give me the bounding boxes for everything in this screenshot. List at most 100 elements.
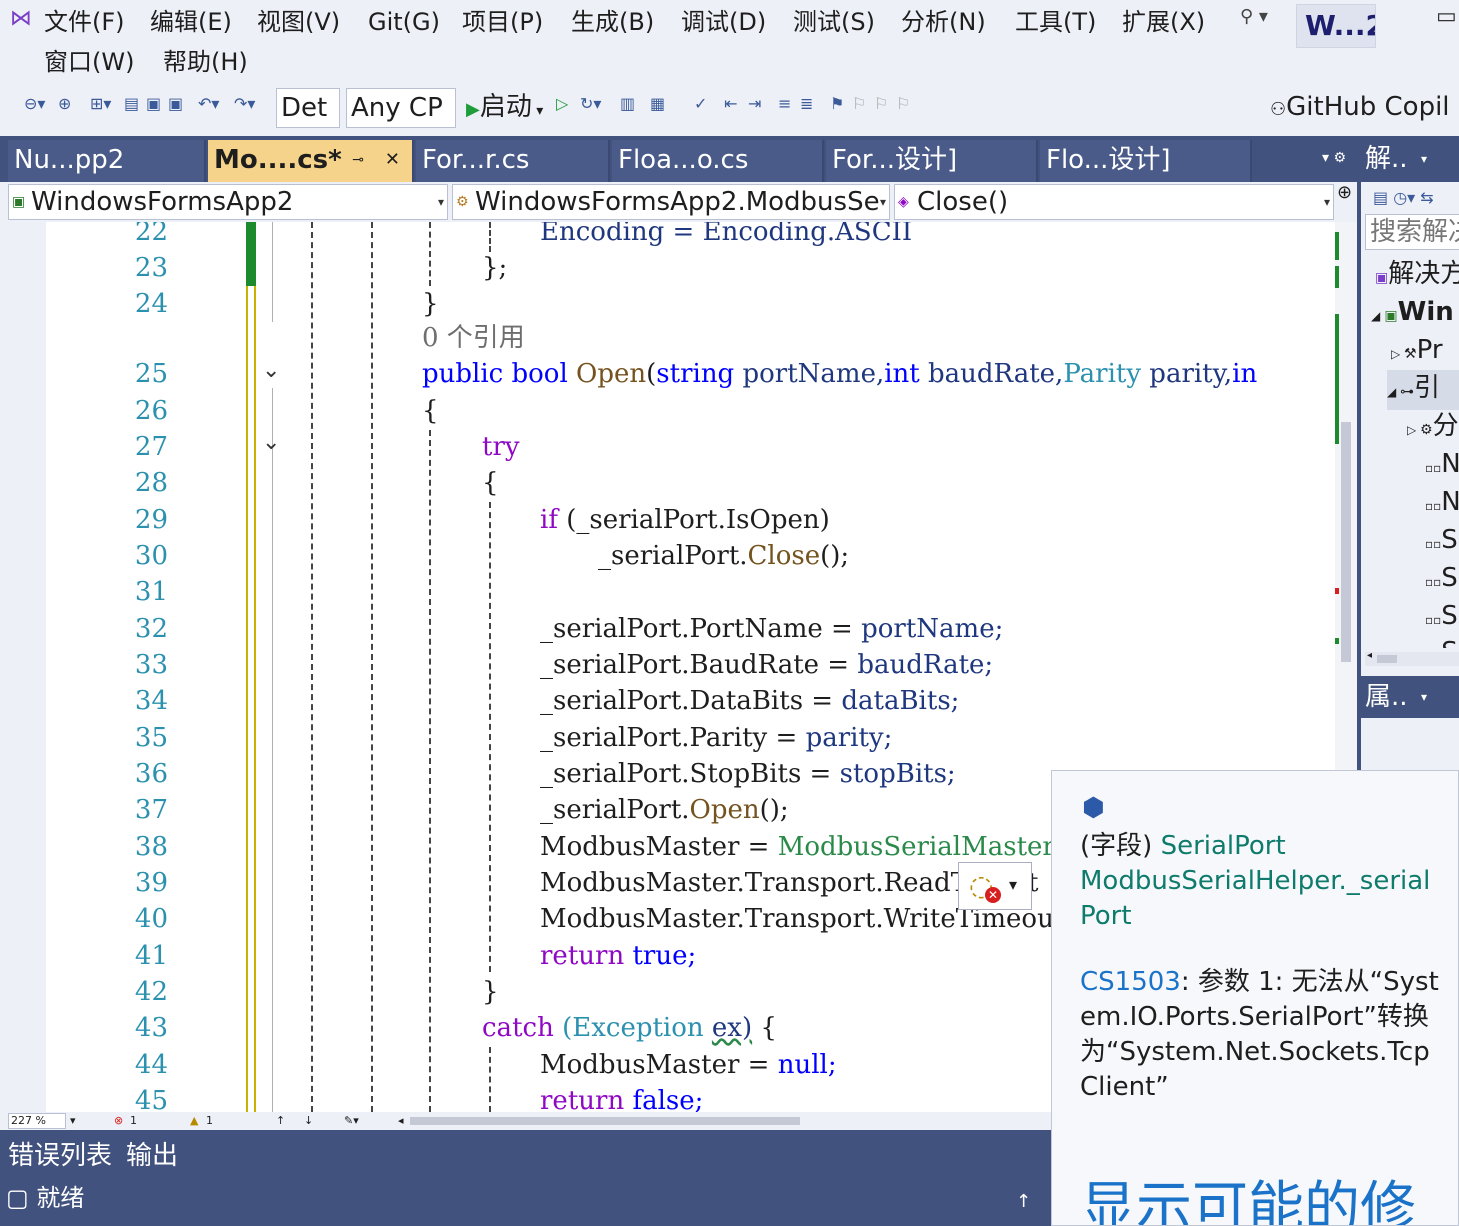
code-line[interactable]: } <box>422 286 439 322</box>
code-line[interactable]: }; <box>482 250 507 286</box>
tab-form-designer[interactable]: For...设计] <box>826 140 1038 182</box>
tree-project-node[interactable]: ◢ ▣Win <box>1371 294 1454 334</box>
split-window-icon[interactable]: ⊕ <box>1337 182 1352 203</box>
project-dropdown[interactable]: ▣ WindowsFormsApp2 ▾ <box>8 184 448 220</box>
menu-help[interactable]: 帮助(H) <box>163 46 248 78</box>
code-line[interactable]: { <box>482 465 499 501</box>
tab-error-list[interactable]: 错误列表 <box>8 1130 112 1182</box>
member-dropdown[interactable]: ◈ Close() ▾ <box>894 184 1334 220</box>
code-line[interactable]: public bool Open(string portName,int bau… <box>422 356 1257 392</box>
menu-debug[interactable]: 调试(D) <box>681 6 766 38</box>
symbol-type[interactable]: SerialPort <box>1161 831 1286 861</box>
navigate-back-icon[interactable]: ⊖▾ <box>24 94 45 113</box>
code-line[interactable]: ModbusMaster = ModbusSerialMaster.C <box>540 829 1080 865</box>
bookmark-icon[interactable]: ⚑ <box>830 94 844 113</box>
zoom-combo[interactable]: 227 % <box>8 1113 66 1129</box>
scrollbar-thumb[interactable] <box>1377 655 1397 663</box>
spell-check-icon[interactable]: ✓ <box>694 94 707 113</box>
code-cleanup-icon[interactable]: ✎▾ <box>344 1112 359 1130</box>
tree-reference-item[interactable]: ▫▫S <box>1425 522 1458 562</box>
chevron-down-icon[interactable]: ▾ <box>1421 676 1427 718</box>
indicator-margin[interactable] <box>8 222 46 1112</box>
menu-edit[interactable]: 编辑(E) <box>150 6 232 38</box>
menu-tools[interactable]: 工具(T) <box>1015 6 1096 38</box>
code-line[interactable]: _serialPort.Open(); <box>540 792 789 828</box>
code-line[interactable]: _serialPort.Parity = parity; <box>540 720 892 756</box>
code-line[interactable]: _serialPort.PortName = portName; <box>540 611 1003 647</box>
code-line[interactable]: _serialPort.BaudRate = baudRate; <box>540 647 993 683</box>
chevron-down-icon[interactable]: ▾ <box>70 1112 76 1130</box>
tree-reference-item[interactable]: ▫▫N <box>1425 446 1459 486</box>
new-project-icon[interactable]: ⊞▾ <box>90 94 111 113</box>
menu-build[interactable]: 生成(B) <box>571 6 654 38</box>
code-line[interactable]: return false; <box>540 1083 703 1112</box>
github-copilot-button[interactable]: ⚇GitHub Copil <box>1270 88 1450 129</box>
search-solution-input[interactable]: 搜索解决 <box>1365 214 1459 250</box>
symbol-member[interactable]: ModbusSerialHelper._serialPort <box>1080 866 1430 931</box>
start-debugging-button[interactable]: ▶启动 ▾ <box>466 88 543 130</box>
scroll-left-icon[interactable]: ◂ <box>1367 650 1372 661</box>
minimize-icon[interactable]: ▭ <box>1436 4 1457 29</box>
tree-solution-node[interactable]: ▣解决方 <box>1375 256 1459 296</box>
next-issue-icon[interactable]: ↓ <box>304 1112 313 1130</box>
code-line[interactable]: _serialPort.StopBits = stopBits; <box>540 756 956 792</box>
open-file-icon[interactable]: ▤ <box>124 94 139 113</box>
next-bookmark-icon[interactable]: ⚐ <box>874 94 888 113</box>
code-line[interactable]: ModbusMaster = null; <box>540 1047 837 1083</box>
hot-reload-icon[interactable]: ↻▾ <box>580 94 601 113</box>
solution-platform-combo[interactable]: Any CP <box>346 88 456 128</box>
properties-header[interactable]: 属.. ▾ <box>1361 676 1459 718</box>
prev-bookmark-icon[interactable]: ⚐ <box>852 94 866 113</box>
undo-icon[interactable]: ↶▾ <box>198 94 219 113</box>
indent-icon[interactable]: ⇤ <box>724 94 737 113</box>
uncomment-icon[interactable]: ≣ <box>800 94 813 113</box>
codelens-references[interactable]: 0 个引用 <box>422 320 525 356</box>
previous-issue-icon[interactable]: ↑ <box>276 1112 285 1130</box>
menu-extensions[interactable]: 扩展(X) <box>1122 6 1205 38</box>
menu-git[interactable]: Git(G) <box>368 6 440 38</box>
redo-icon[interactable]: ↷▾ <box>234 94 255 113</box>
quick-actions-lightbulb[interactable]: ◌ ✕ ▾ <box>958 862 1032 910</box>
chevron-down-icon[interactable]: ▾ <box>1421 136 1427 182</box>
browser-link-icon[interactable]: ▥ <box>620 94 635 113</box>
tree-references-node[interactable]: ◢ ⊶引 <box>1387 370 1459 410</box>
menu-view[interactable]: 视图(V) <box>257 6 340 38</box>
menu-file[interactable]: 文件(F) <box>44 6 125 38</box>
tab-overflow-icon[interactable]: ▾ ⚙ <box>1322 150 1346 166</box>
collapse-chevron-icon[interactable]: ⌄ <box>262 358 280 383</box>
tab-float-designer[interactable]: Flo...设计] <box>1040 140 1252 182</box>
solution-explorer-header[interactable]: 解.. ▾ <box>1361 136 1459 182</box>
outdent-icon[interactable]: ⇥ <box>748 94 761 113</box>
notification-icon[interactable]: ↑ <box>1016 1186 1031 1218</box>
scroll-left-icon[interactable]: ◂ <box>398 1112 404 1130</box>
tab-modbus-helper[interactable]: Mo....cs* ⊸ ✕ <box>208 140 414 182</box>
pin-icon[interactable]: ⊸ <box>352 140 364 180</box>
tab-nuget-project[interactable]: Nu...pp2 <box>8 140 206 182</box>
menu-test[interactable]: 测试(S) <box>793 6 875 38</box>
code-line[interactable]: return true; <box>540 938 696 974</box>
code-line[interactable]: if (_serialPort.IsOpen) <box>540 502 830 538</box>
menu-analyze[interactable]: 分析(N) <box>901 6 986 38</box>
tree-reference-item[interactable]: ▫▫S <box>1425 634 1458 648</box>
tab-form-cs[interactable]: For...r.cs <box>416 140 610 182</box>
class-dropdown[interactable]: ⚙ WindowsFormsApp2.ModbusSe ▾ <box>452 184 890 220</box>
tree-reference-item[interactable]: ▫▫S <box>1425 560 1458 600</box>
code-line[interactable]: try <box>482 429 520 465</box>
tree-properties-node[interactable]: ▷ ⚒Pr <box>1391 332 1443 372</box>
menu-window[interactable]: 窗口(W) <box>44 46 134 78</box>
show-potential-fixes-link[interactable]: 显示可能的修 <box>1080 1163 1416 1225</box>
tree-reference-item[interactable]: ▫▫N <box>1425 484 1459 524</box>
code-line[interactable]: _serialPort.Close(); <box>598 538 849 574</box>
comment-icon[interactable]: ≡ <box>778 94 791 113</box>
menu-project[interactable]: 项目(P) <box>462 6 543 38</box>
navigate-forward-icon[interactable]: ⊕ <box>58 94 71 113</box>
tree-reference-item[interactable]: ▫▫S <box>1425 598 1458 638</box>
solution-configuration-combo[interactable]: Det <box>276 88 340 128</box>
warning-icon[interactable]: ▲ <box>190 1112 198 1130</box>
close-icon[interactable]: ✕ <box>385 140 400 180</box>
save-all-icon[interactable]: ▣ <box>168 94 183 113</box>
collapse-chevron-icon[interactable]: ⌄ <box>262 430 280 455</box>
search-icon[interactable]: ⚲ ▾ <box>1240 6 1268 27</box>
code-line[interactable]: } <box>482 974 499 1010</box>
clear-bookmarks-icon[interactable]: ⚐ <box>896 94 910 113</box>
